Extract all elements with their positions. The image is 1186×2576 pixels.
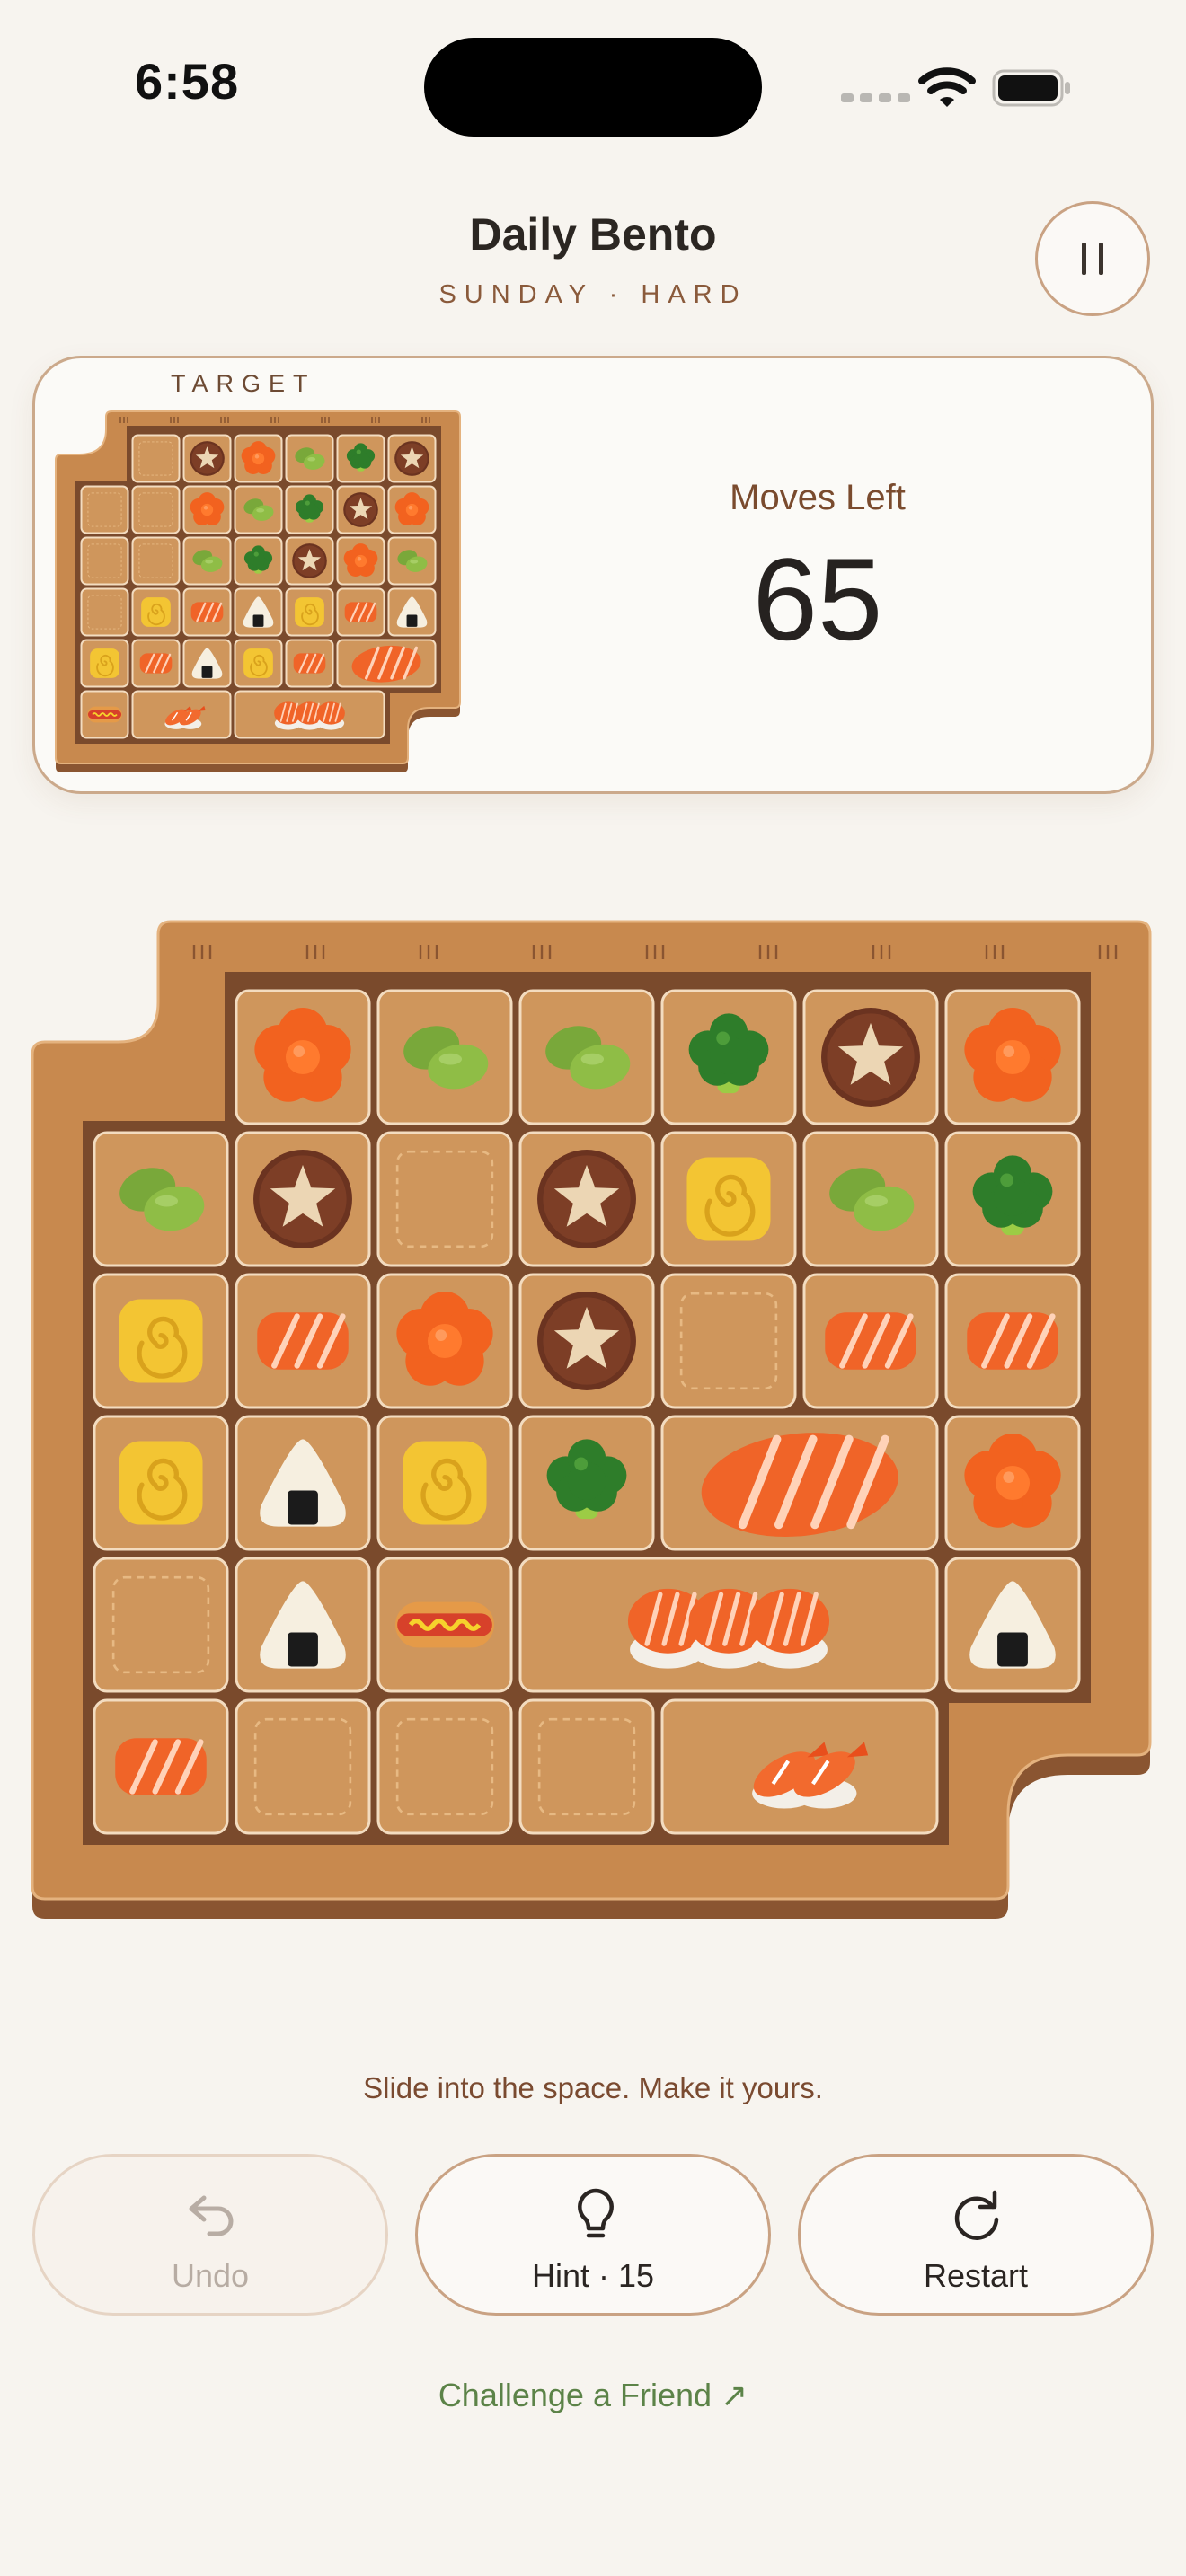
target-tile-shiitake	[387, 434, 437, 483]
board-tile-tamago[interactable]	[93, 1273, 229, 1409]
board-tile-edamame[interactable]	[93, 1131, 229, 1267]
undo-button[interactable]: Undo	[32, 2154, 388, 2316]
board-tile-onigiri[interactable]	[235, 1415, 371, 1551]
target-tile-salmon	[336, 587, 385, 637]
board-tile-salmon-large[interactable]	[660, 1415, 939, 1551]
target-tile-edamame	[285, 434, 334, 483]
battery-icon	[992, 69, 1070, 107]
game-board[interactable]	[31, 916, 1155, 1922]
target-tile-broccoli	[336, 434, 385, 483]
restart-button[interactable]: Restart	[798, 2154, 1154, 2316]
status-time: 6:58	[135, 53, 240, 110]
hint-button[interactable]: Hint · 15	[415, 2154, 771, 2316]
pause-icon-bar	[1099, 243, 1103, 275]
target-tile-edamame	[234, 485, 283, 534]
target-tile-salmon-large	[336, 639, 437, 688]
board-tile-edamame[interactable]	[802, 1131, 939, 1267]
target-tile-broccoli	[285, 485, 334, 534]
cellular-signal-icon	[841, 93, 910, 102]
target-tile-salmon	[182, 587, 232, 637]
page-title: Daily Bento	[469, 209, 717, 260]
board-tile-salmon[interactable]	[93, 1698, 229, 1835]
target-tile-sausage	[80, 690, 129, 739]
target-tile-onigiri	[387, 587, 437, 637]
target-tile-sakura	[387, 485, 437, 534]
restart-arrow-icon	[954, 2190, 999, 2240]
target-tile-edamame	[182, 536, 232, 586]
board-tile-sakura[interactable]	[944, 1415, 1081, 1551]
wifi-icon	[918, 67, 976, 107]
target-tile-tamago	[131, 587, 181, 637]
board-tile-onigiri[interactable]	[944, 1557, 1081, 1693]
target-tile-onigiri	[234, 587, 283, 637]
board-tile-salmon[interactable]	[944, 1273, 1081, 1409]
board-tile-onigiri[interactable]	[235, 1557, 371, 1693]
target-tile-empty	[131, 536, 181, 586]
board-tile-shiitake[interactable]	[518, 1131, 655, 1267]
board-tile-salmon[interactable]	[802, 1273, 939, 1409]
pause-icon	[1082, 243, 1086, 275]
target-tile-sakura	[182, 485, 232, 534]
target-tile-shiitake	[336, 485, 385, 534]
board-tile-nigiri-trio[interactable]	[518, 1557, 939, 1693]
moves-left-value: 65	[752, 534, 883, 665]
board-tile-empty[interactable]	[376, 1698, 513, 1835]
board-tile-shiitake[interactable]	[518, 1273, 655, 1409]
target-tile-salmon	[285, 639, 334, 688]
dynamic-island	[424, 38, 762, 137]
target-tile-onigiri	[182, 639, 232, 688]
target-tile-shiitake	[285, 536, 334, 586]
board-tile-shiitake[interactable]	[235, 1131, 371, 1267]
target-tile-sakura	[234, 434, 283, 483]
target-tile-tamago	[285, 587, 334, 637]
board-tile-empty[interactable]	[93, 1557, 229, 1693]
board-tile-shiitake[interactable]	[802, 989, 939, 1125]
board-tile-ebi-pair[interactable]	[660, 1698, 939, 1835]
target-tile-nigiri-trio	[234, 690, 385, 739]
target-tile-tamago	[234, 639, 283, 688]
pause-button[interactable]	[1035, 201, 1150, 316]
challenge-friend-link[interactable]: Challenge a Friend ↗	[0, 2377, 1186, 2414]
target-tile-empty	[131, 434, 181, 483]
board-tile-salmon[interactable]	[235, 1273, 371, 1409]
target-board-preview	[55, 410, 461, 772]
target-tile-empty	[80, 587, 129, 637]
moves-left-label: Moves Left	[730, 478, 906, 517]
undo-arrow-icon	[189, 2195, 234, 2236]
board-tile-sakura[interactable]	[235, 989, 371, 1125]
board-tile-edamame[interactable]	[518, 989, 655, 1125]
board-tile-empty[interactable]	[660, 1273, 797, 1409]
board-tile-sausage[interactable]	[376, 1557, 513, 1693]
tagline: Slide into the space. Make it yours.	[363, 2071, 823, 2104]
board-tile-empty[interactable]	[235, 1698, 371, 1835]
board-tile-edamame[interactable]	[376, 989, 513, 1125]
board-tile-broccoli[interactable]	[660, 989, 797, 1125]
board-tile-empty[interactable]	[518, 1698, 655, 1835]
board-tile-sakura[interactable]	[944, 989, 1081, 1125]
target-tile-sakura	[336, 536, 385, 586]
board-tile-tamago[interactable]	[93, 1415, 229, 1551]
undo-label: Undo	[171, 2257, 250, 2294]
hint-label: Hint · 15	[531, 2257, 655, 2294]
target-tile-broccoli	[234, 536, 283, 586]
target-tile-edamame	[387, 536, 437, 586]
target-tile-empty	[80, 536, 129, 586]
board-tile-broccoli[interactable]	[944, 1131, 1081, 1267]
target-tile-empty	[80, 485, 129, 534]
board-tile-sakura[interactable]	[376, 1273, 513, 1409]
lightbulb-icon	[578, 2188, 614, 2238]
board-tile-tamago[interactable]	[376, 1415, 513, 1551]
target-tile-salmon	[131, 639, 181, 688]
target-label: TARGET	[171, 370, 316, 397]
target-tile-shiitake	[182, 434, 232, 483]
target-tile-ebi-pair	[131, 690, 232, 739]
board-tile-tamago[interactable]	[660, 1131, 797, 1267]
page-subtitle: SUNDAY · HARD	[438, 280, 748, 309]
board-tile-broccoli[interactable]	[518, 1415, 655, 1551]
board-tile-empty[interactable]	[376, 1131, 513, 1267]
target-tile-tamago	[80, 639, 129, 688]
restart-label: Restart	[923, 2257, 1029, 2294]
target-tile-empty	[131, 485, 181, 534]
